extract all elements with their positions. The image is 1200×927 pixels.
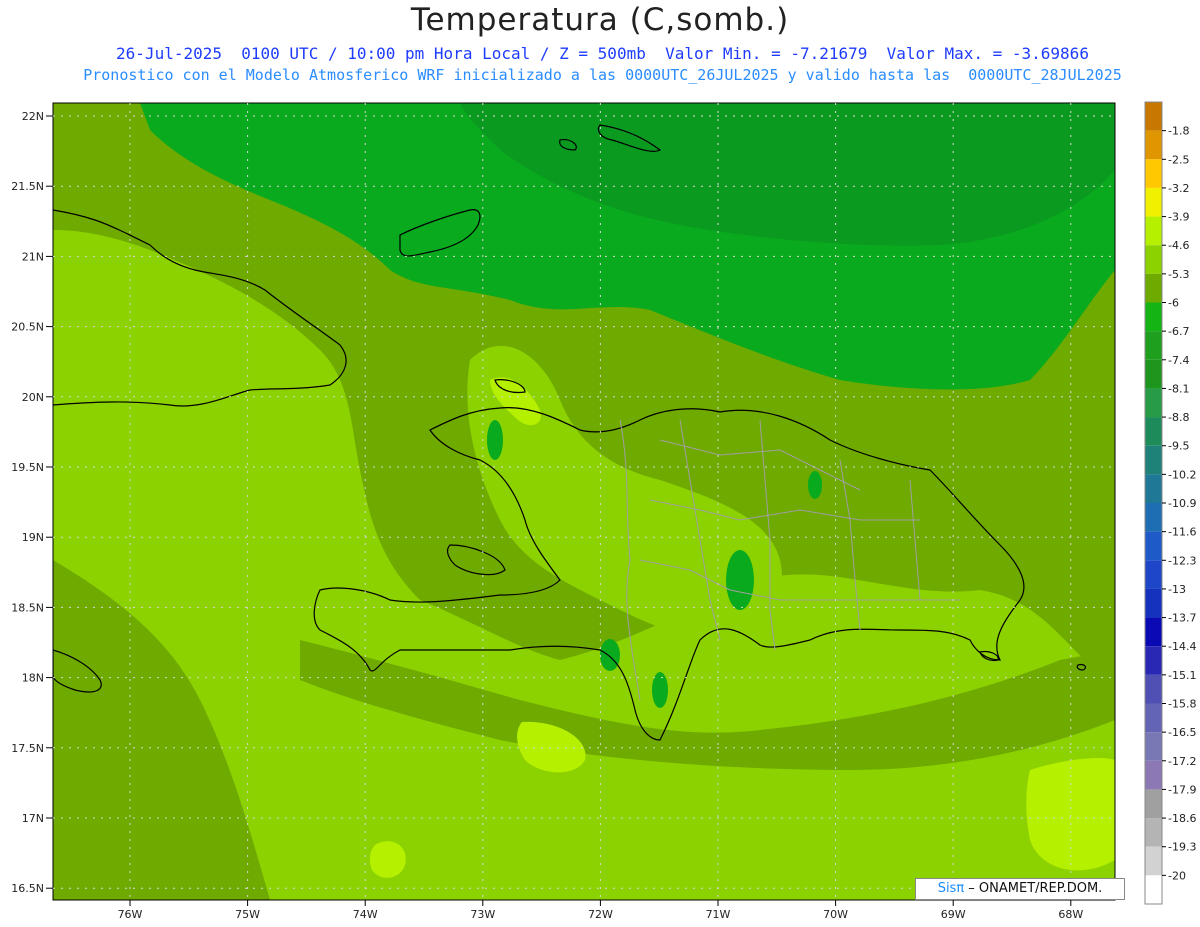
map-plot-area xyxy=(53,103,1115,900)
colorbar-label: -17.9 xyxy=(1168,783,1196,796)
sis-logo-text: Sisπ xyxy=(937,881,965,896)
colorbar-label: -20 xyxy=(1168,869,1186,882)
colorbar-swatch xyxy=(1145,531,1162,561)
colorbar-swatch xyxy=(1145,302,1162,332)
colorbar-label: -4.6 xyxy=(1168,239,1189,252)
lon-label: 73W xyxy=(470,908,495,921)
colorbar-swatch xyxy=(1145,273,1162,303)
colorbar-label: -9.5 xyxy=(1168,440,1189,453)
lat-label: 18N xyxy=(22,672,44,685)
lon-label: 68W xyxy=(1058,908,1083,921)
lon-label: 71W xyxy=(706,908,731,921)
colorbar-swatch xyxy=(1145,703,1162,733)
colorbar-label: -17.2 xyxy=(1168,755,1196,768)
colorbar-label: -13 xyxy=(1168,583,1186,596)
colorbar-swatch xyxy=(1145,875,1162,904)
colorbar-label: -3.9 xyxy=(1168,211,1189,224)
fill-yellow-green-se xyxy=(1026,758,1115,871)
colorbar-swatch xyxy=(1145,159,1162,188)
colorbar-swatch xyxy=(1145,846,1162,876)
colorbar-swatch xyxy=(1145,560,1162,589)
colorbar-swatch xyxy=(1145,474,1162,503)
colorbar-swatch xyxy=(1145,331,1162,360)
lat-label: 21.5N xyxy=(11,180,44,193)
colorbar-swatch xyxy=(1145,789,1162,819)
colorbar-swatch xyxy=(1145,503,1162,532)
colorbar-label: -18.6 xyxy=(1168,812,1196,825)
longitude-labels: 76W 75W 74W 73W 72W 71W 70W 69W 68W xyxy=(118,908,1084,921)
colorbar-swatch xyxy=(1145,359,1162,389)
lon-label: 70W xyxy=(823,908,848,921)
colorbar-label: -14.4 xyxy=(1168,640,1196,653)
colorbar-label: -16.5 xyxy=(1168,726,1196,739)
lat-label: 19N xyxy=(22,531,44,544)
colorbar-swatch xyxy=(1145,646,1162,675)
colorbar-label: -6.7 xyxy=(1168,325,1189,338)
colorbar-swatch xyxy=(1145,760,1162,790)
fill-dark-spot xyxy=(726,550,754,610)
lat-label: 17.5N xyxy=(11,742,44,755)
colorbar-swatch xyxy=(1145,187,1162,217)
colorbar-label: -1.8 xyxy=(1168,125,1189,138)
colorbar-label: -15.1 xyxy=(1168,669,1196,682)
lat-label: 17N xyxy=(22,812,44,825)
credit-box: Sisπ – ONAMET/REP.DOM. xyxy=(915,878,1125,900)
lat-label: 16.5N xyxy=(11,882,44,895)
credit-text: – ONAMET/REP.DOM. xyxy=(964,881,1103,896)
colorbar-label: -11.6 xyxy=(1168,526,1196,539)
colorbar-swatch xyxy=(1145,216,1162,246)
colorbar-swatch xyxy=(1145,388,1162,418)
colorbar-label: -10.2 xyxy=(1168,468,1196,481)
colorbar: -1.8 -2.5 -3.2 -3.9 -4.6 -5.3 -6 -6.7 -7.4 -8.1 -8… xyxy=(1144,101,1196,905)
lat-label: 21N xyxy=(22,250,44,263)
colorbar-swatch xyxy=(1145,818,1162,847)
fill-dark-spot xyxy=(487,420,503,460)
lon-label: 74W xyxy=(353,908,378,921)
lat-label: 19.5N xyxy=(11,461,44,474)
colorbar-swatch xyxy=(1145,102,1162,131)
fill-dark-spot xyxy=(808,471,822,499)
lon-label: 69W xyxy=(941,908,966,921)
fill-yellow-green-sw xyxy=(369,841,406,878)
colorbar-label: -15.8 xyxy=(1168,698,1196,711)
lon-label: 75W xyxy=(235,908,260,921)
colorbar-swatch xyxy=(1145,445,1162,475)
lat-label: 20.5N xyxy=(11,321,44,334)
colorbar-label: -10.9 xyxy=(1168,497,1196,510)
colorbar-swatch xyxy=(1145,617,1162,647)
colorbar-swatch xyxy=(1145,588,1162,618)
colorbar-swatch xyxy=(1145,732,1162,761)
lat-label: 18.5N xyxy=(11,601,44,614)
colorbar-label: -3.2 xyxy=(1168,182,1189,195)
colorbar-label: -12.3 xyxy=(1168,554,1196,567)
colorbar-label: -19.3 xyxy=(1168,841,1196,854)
lat-label: 22N xyxy=(22,110,44,123)
lat-label: 20N xyxy=(22,391,44,404)
colorbar-label: -7.4 xyxy=(1168,354,1189,367)
colorbar-swatch xyxy=(1145,417,1162,446)
colorbar-label: -8.8 xyxy=(1168,411,1189,424)
lon-label: 76W xyxy=(118,908,143,921)
latitude-labels: 22N 21.5N 21N 20.5N 20N 19.5N 19N 18.5N 18N 17.5N… xyxy=(11,110,44,895)
colorbar-swatch xyxy=(1145,245,1162,274)
colorbar-label: -5.3 xyxy=(1168,268,1189,281)
colorbar-label: -6 xyxy=(1168,297,1179,310)
fill-dark-spot xyxy=(600,639,620,671)
colorbar-label: -8.1 xyxy=(1168,382,1189,395)
lon-label: 72W xyxy=(588,908,613,921)
colorbar-label: -2.5 xyxy=(1168,153,1189,166)
temperature-map: 22N 21.5N 21N 20.5N 20N 19.5N 19N 18.5N 18N 17.5N… xyxy=(11,101,1196,921)
colorbar-swatch xyxy=(1145,674,1162,704)
colorbar-swatch xyxy=(1145,130,1162,160)
colorbar-label: -13.7 xyxy=(1168,612,1196,625)
